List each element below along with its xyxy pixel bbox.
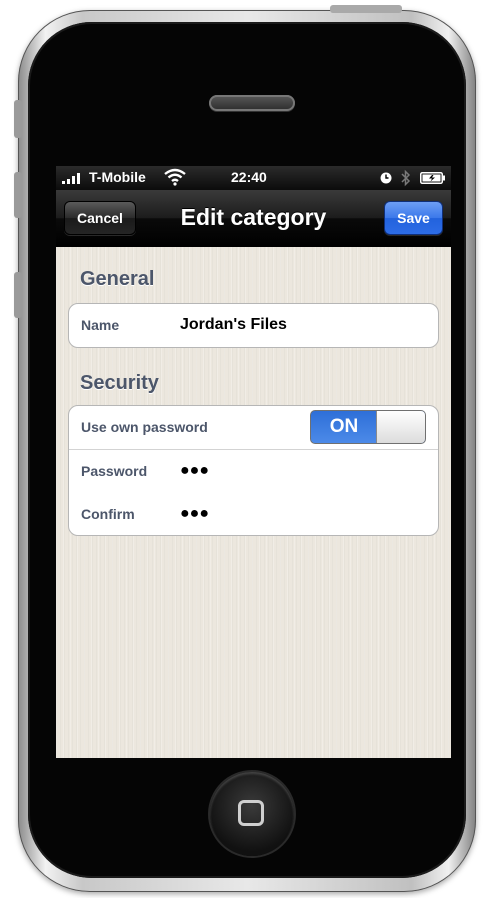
- own-password-label: Use own password: [81, 419, 208, 435]
- name-row[interactable]: Name Jordan's Files: [69, 304, 438, 347]
- battery-icon: [420, 172, 445, 184]
- home-square-icon: [238, 800, 264, 826]
- sleep-button: [330, 5, 402, 13]
- wifi-icon: [164, 168, 186, 186]
- own-password-toggle[interactable]: ON: [310, 410, 426, 444]
- alarm-icon: [380, 172, 392, 184]
- save-button[interactable]: Save: [384, 201, 443, 235]
- bluetooth-icon: [401, 169, 411, 187]
- own-password-row: Use own password ON: [69, 406, 438, 449]
- home-button[interactable]: [210, 772, 294, 856]
- section-header-security: Security: [80, 372, 159, 394]
- earpiece-speaker: [209, 95, 295, 111]
- confirm-field[interactable]: ●●●: [180, 505, 209, 523]
- security-group: Use own password ON Password ●●● Confirm…: [68, 405, 439, 536]
- volume-down-button: [14, 272, 22, 318]
- status-time: 22:40: [231, 169, 267, 185]
- password-row[interactable]: Password ●●●: [69, 449, 438, 493]
- name-label: Name: [81, 317, 120, 333]
- signal-icon: [62, 172, 84, 184]
- password-field[interactable]: ●●●: [180, 462, 209, 480]
- navigation-bar: Cancel Edit category Save: [56, 190, 451, 247]
- screen: T-Mobile 22:40 Cancel Edit category Save…: [56, 166, 451, 758]
- confirm-label: Confirm: [81, 506, 135, 522]
- general-group: Name Jordan's Files: [68, 303, 439, 348]
- status-bar: T-Mobile 22:40: [56, 166, 451, 190]
- name-field[interactable]: Jordan's Files: [180, 316, 287, 334]
- toggle-on-label: ON: [329, 416, 359, 437]
- toggle-knob[interactable]: [376, 411, 425, 443]
- section-header-general: General: [80, 268, 155, 290]
- password-label: Password: [81, 463, 148, 479]
- volume-up-button: [14, 172, 22, 218]
- confirm-row[interactable]: Confirm ●●●: [69, 493, 438, 535]
- carrier-name: T-Mobile: [89, 169, 146, 185]
- mute-switch: [14, 100, 22, 138]
